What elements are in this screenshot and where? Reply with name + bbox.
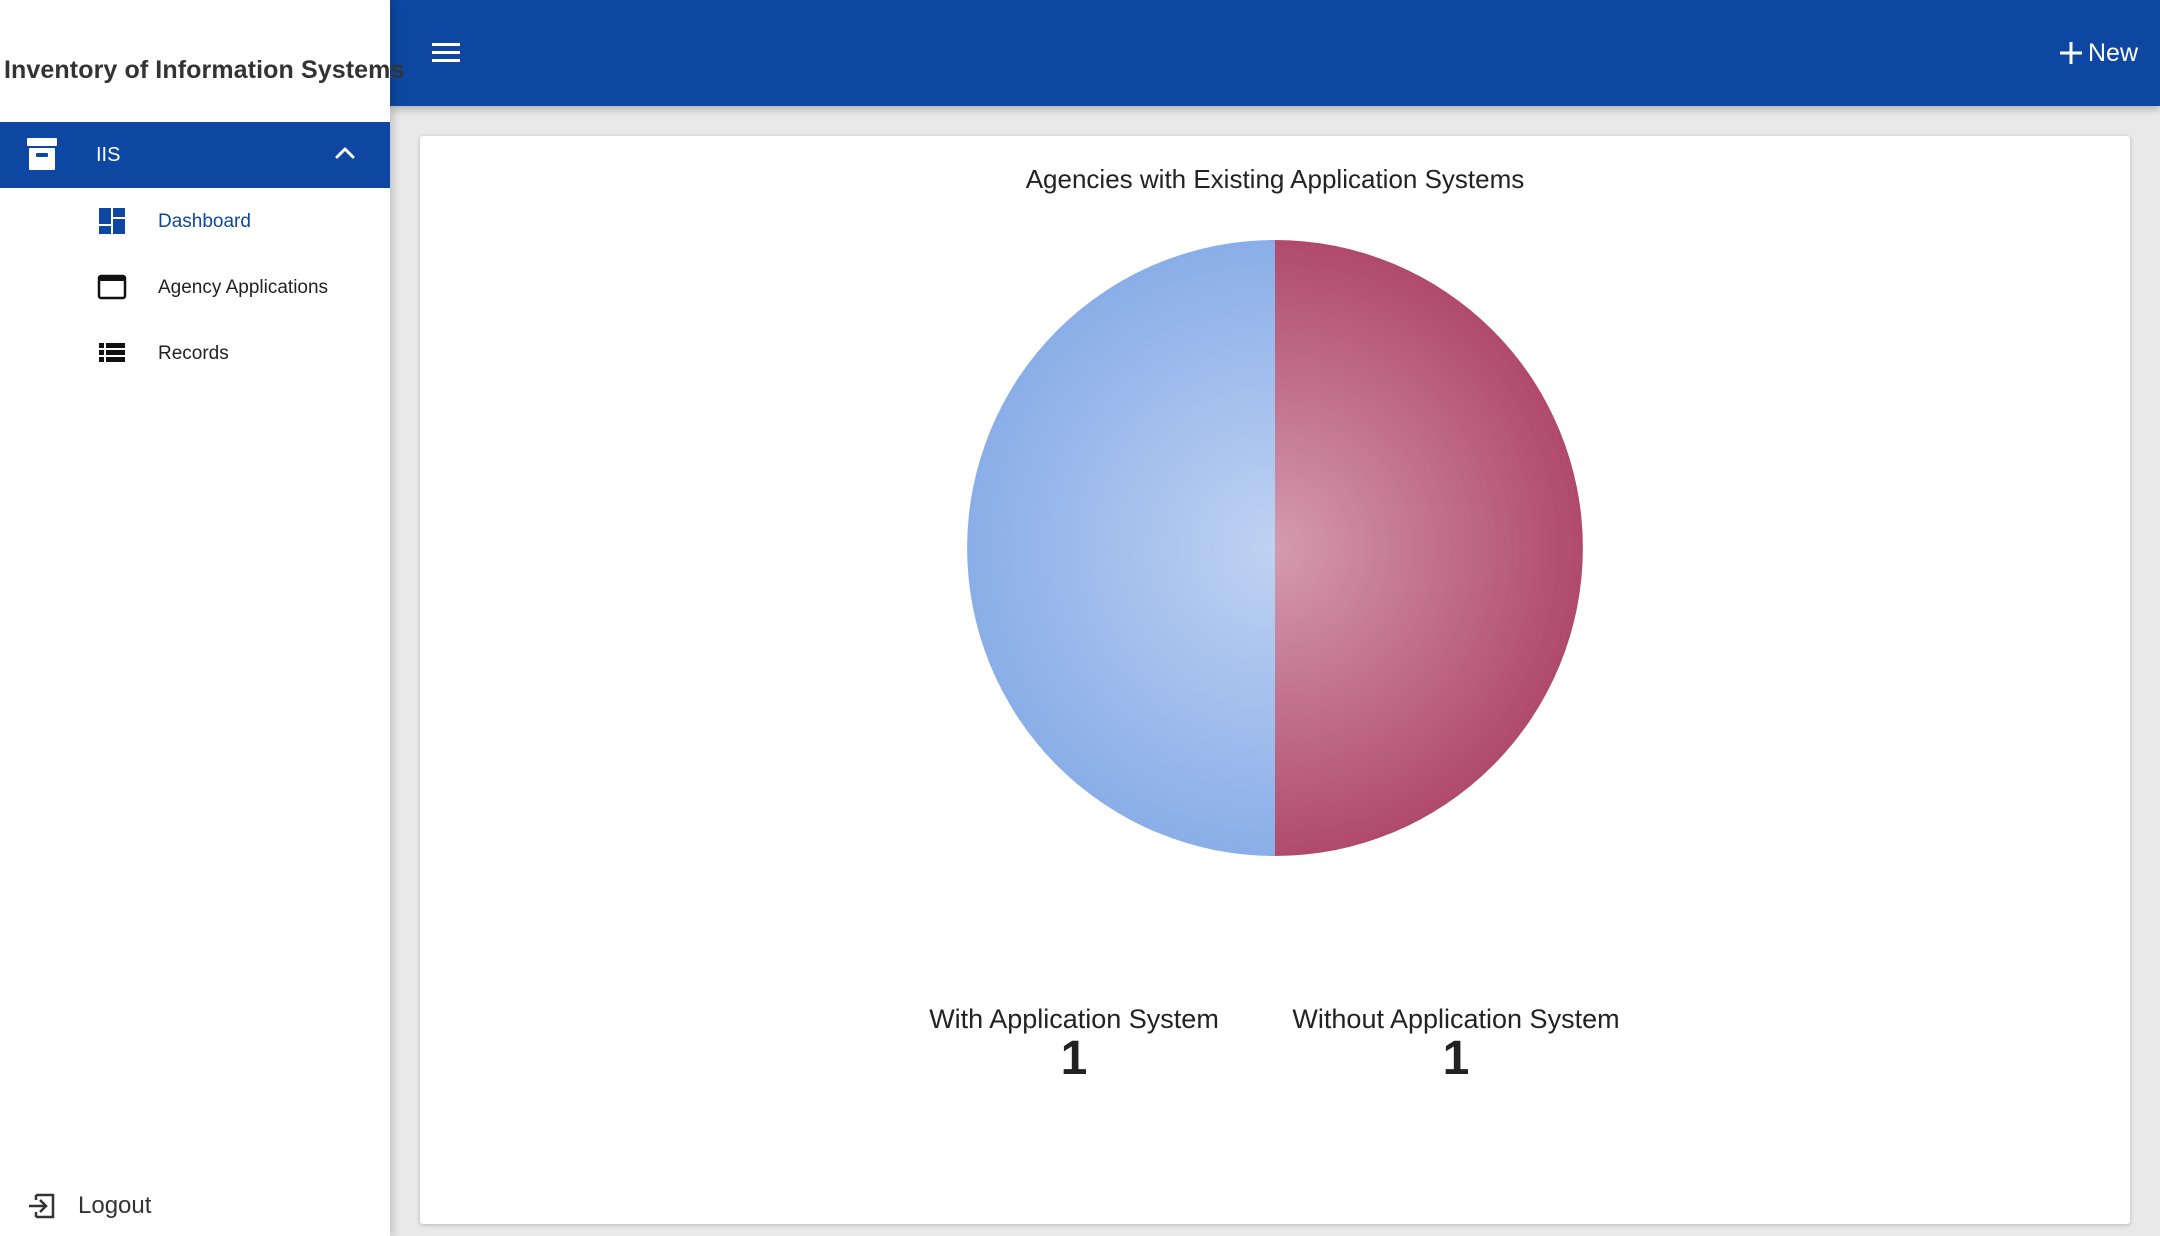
- app-title: Inventory of Information Systems: [4, 56, 405, 84]
- sidebar-item-dashboard[interactable]: Dashboard: [0, 188, 390, 254]
- sidebar: Inventory of Information Systems IIS Das…: [0, 0, 405, 1236]
- stat-without-application-system: Without Application System 1: [1256, 1004, 1656, 1085]
- sidebar-item-label: Agency Applications: [158, 277, 329, 298]
- logout-label: Logout: [78, 1192, 152, 1219]
- new-button-label: New: [2087, 38, 2138, 67]
- pie-slice-with-application-system[interactable]: [967, 240, 1275, 856]
- sidebar-item-records[interactable]: Records: [0, 320, 390, 386]
- sidebar-group-label: IIS: [96, 144, 121, 166]
- chevron-up-icon[interactable]: [332, 140, 358, 166]
- new-button[interactable]: New: [2058, 36, 2138, 70]
- archive-icon: [27, 138, 57, 170]
- stat-label: Without Application System: [1292, 1004, 1620, 1034]
- logout-button[interactable]: Logout: [0, 1180, 390, 1232]
- stat-label: With Application System: [929, 1004, 1219, 1034]
- stat-value: 1: [1060, 1032, 1088, 1085]
- menu-icon[interactable]: [430, 38, 462, 68]
- stat-with-application-system: With Application System 1: [874, 1004, 1274, 1085]
- dashboard-icon: [99, 208, 125, 234]
- window-icon: [97, 274, 127, 300]
- logout-icon: [29, 1193, 55, 1219]
- stat-value: 1: [1442, 1032, 1470, 1085]
- plus-icon: [2059, 42, 2082, 64]
- top-app-bar: New: [390, 0, 2160, 106]
- pie-slice-without-application-system[interactable]: [1275, 240, 1583, 856]
- dashboard-card: Agencies with Existing Application Syste…: [420, 136, 2130, 1224]
- sidebar-item-label: Records: [158, 343, 229, 364]
- pie-chart: [967, 240, 1583, 856]
- list-icon: [99, 343, 125, 362]
- sidebar-item-label: Dashboard: [158, 211, 251, 232]
- sidebar-group-iis[interactable]: IIS: [0, 122, 390, 188]
- sidebar-item-agency-applications[interactable]: Agency Applications: [0, 254, 390, 320]
